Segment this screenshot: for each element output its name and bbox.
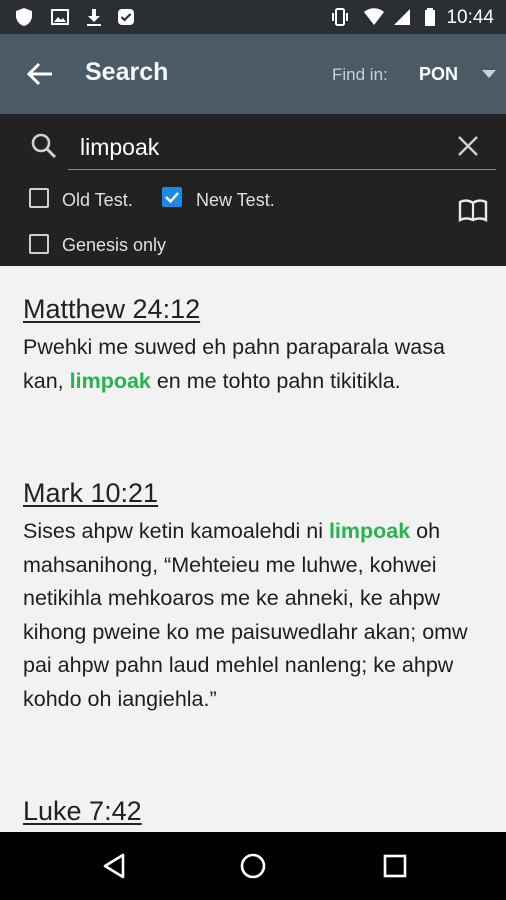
verse-text: Pwehki me suwed eh pahn paraparala wasa … — [23, 331, 483, 398]
back-nav-icon[interactable] — [101, 852, 129, 880]
new-testament-label: New Test. — [196, 190, 275, 210]
search-match-highlight: limpoak — [69, 368, 151, 393]
checkmark-icon — [165, 192, 179, 204]
verse-reference-link[interactable]: Luke 7:42 — [23, 796, 142, 827]
verse-text-after: oh mahsanihong, “Mehteieu me luhwe, kohw… — [23, 519, 468, 711]
clock: 10:44 — [446, 7, 494, 28]
old-testament-checkbox[interactable] — [29, 188, 49, 208]
download-icon — [87, 9, 101, 26]
close-icon[interactable] — [456, 134, 480, 158]
battery-icon — [425, 8, 435, 26]
verse-reference-link[interactable]: Mark 10:21 — [23, 478, 158, 509]
status-bar: 10:44 — [0, 0, 506, 34]
back-arrow-icon[interactable] — [18, 56, 58, 92]
home-nav-icon[interactable] — [239, 852, 267, 880]
verse-text-after: en me tohto pahn tikitikla. — [150, 368, 401, 393]
search-icon — [31, 133, 57, 159]
check-badge-icon — [118, 9, 134, 25]
result-item: Luke 7:42 — [23, 796, 483, 832]
find-in-label: Find in: — [332, 65, 388, 84]
verse-text-before: Sises ahpw ketin kamoalehdi ni — [23, 519, 329, 543]
chevron-down-icon[interactable] — [482, 70, 496, 78]
search-input[interactable] — [80, 130, 440, 164]
genesis-only-checkbox[interactable] — [29, 234, 49, 254]
result-item: Mark 10:21 Sises ahpw ketin kamoalehdi n… — [23, 478, 483, 716]
genesis-only-label: Genesis only — [62, 235, 167, 255]
signal-icon — [394, 9, 410, 25]
page-title: Search — [85, 58, 169, 86]
search-underline — [68, 169, 496, 170]
verse-reference-link[interactable]: Matthew 24:12 — [23, 294, 200, 325]
navigation-bar — [0, 832, 506, 900]
wifi-icon — [364, 8, 384, 25]
image-icon — [51, 9, 69, 25]
new-testament-checkbox[interactable] — [162, 187, 182, 207]
version-selector[interactable]: PON — [419, 64, 458, 85]
result-item: Matthew 24:12 Pwehki me suwed eh pahn pa… — [23, 294, 483, 398]
search-panel: Old Test. New Test. Genesis only — [0, 114, 506, 266]
search-match-highlight: limpoak — [328, 519, 411, 543]
verse-text: Sises ahpw ketin kamoalehdi ni limpoak o… — [23, 515, 483, 716]
old-testament-label: Old Test. — [62, 190, 133, 210]
recents-nav-icon[interactable] — [381, 852, 409, 880]
vibrate-icon — [332, 8, 348, 26]
search-results: Matthew 24:12 Pwehki me suwed eh pahn pa… — [0, 266, 506, 832]
app-bar: Search Find in: PON — [0, 34, 506, 114]
shield-icon — [16, 8, 32, 26]
book-icon[interactable] — [458, 198, 488, 224]
